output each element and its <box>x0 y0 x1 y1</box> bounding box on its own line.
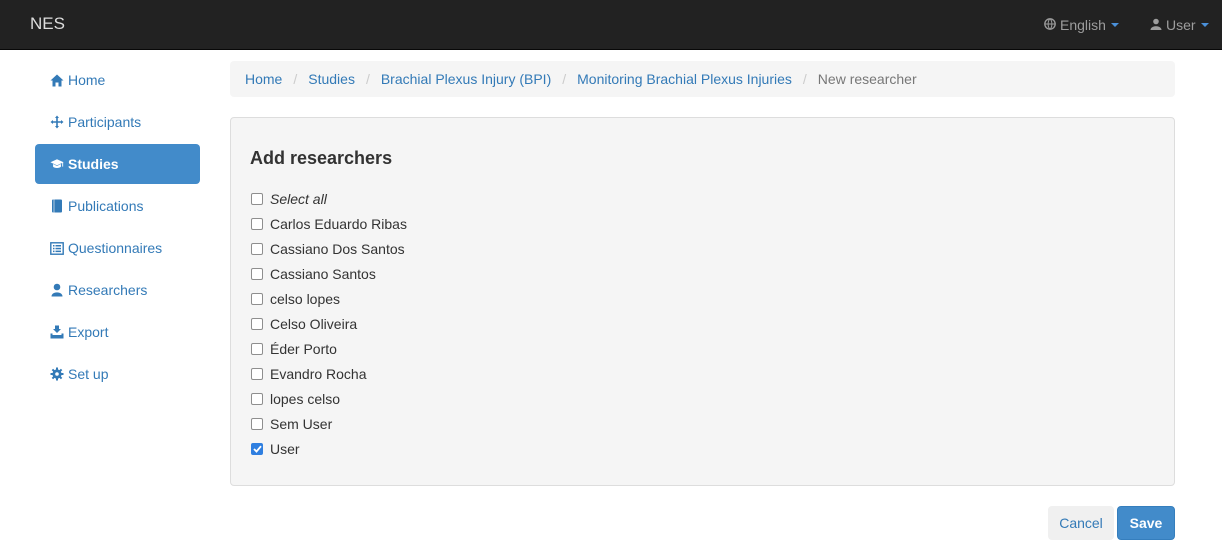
sidebar-item-researchers[interactable]: Researchers <box>35 270 200 310</box>
sidebar-item-publications[interactable]: Publications <box>35 186 200 226</box>
researcher-checkbox-row[interactable]: User <box>251 436 407 461</box>
researcher-checkbox-row[interactable]: Carlos Eduardo Ribas <box>251 211 407 236</box>
language-label: English <box>1060 17 1106 33</box>
checkbox[interactable] <box>251 267 263 280</box>
checkbox[interactable] <box>251 217 263 230</box>
researcher-checkbox-row[interactable]: Celso Oliveira <box>251 311 407 336</box>
sidebar-item-home[interactable]: Home <box>35 60 200 100</box>
checkbox[interactable] <box>251 392 263 405</box>
checkbox-label: Sem User <box>270 415 333 432</box>
checkbox-label: lopes celso <box>270 390 341 407</box>
researcher-checkbox-row[interactable]: Éder Porto <box>251 336 407 361</box>
globe-icon <box>1044 17 1060 33</box>
sidebar-item-export[interactable]: Export <box>35 312 200 352</box>
checkbox[interactable] <box>251 292 263 305</box>
save-button[interactable]: Save <box>1117 506 1175 540</box>
export-icon <box>50 325 64 339</box>
sidebar-nav: Home Participants Studies Publications Q… <box>35 60 200 396</box>
sidebar-item-label: Questionnaires <box>68 240 163 256</box>
move-icon <box>50 115 64 129</box>
panel-title: Add researchers <box>250 148 393 168</box>
researcher-checkbox-row[interactable]: lopes celso <box>251 386 407 411</box>
add-researchers-panel: Add researchers Select all Carlos Eduard… <box>230 117 1175 486</box>
breadcrumb-link-group[interactable]: Monitoring Brachial Plexus Injuries <box>577 71 792 87</box>
researcher-checkbox-row[interactable]: celso lopes <box>251 286 407 311</box>
sidebar-item-label: Set up <box>68 366 109 382</box>
checkbox-label: Carlos Eduardo Ribas <box>270 215 407 232</box>
checkbox-label: Cassiano Dos Santos <box>270 240 405 257</box>
sidebar-item-label: Researchers <box>68 282 148 298</box>
checkbox[interactable] <box>251 342 263 355</box>
checkbox[interactable] <box>251 367 263 380</box>
breadcrumb-separator: / <box>802 71 807 87</box>
breadcrumb-separator: / <box>365 71 370 87</box>
checkbox[interactable] <box>251 417 263 430</box>
checkbox[interactable] <box>251 192 263 205</box>
researcher-checkbox-row[interactable]: Sem User <box>251 411 407 436</box>
cancel-button[interactable]: Cancel <box>1048 506 1114 540</box>
breadcrumb-separator: / <box>562 71 567 87</box>
sidebar-item-label: Studies <box>68 156 119 172</box>
breadcrumb-link-studies[interactable]: Studies <box>308 71 355 87</box>
checkbox-label: User <box>270 440 300 457</box>
checkmark-icon <box>252 445 262 453</box>
sidebar-item-studies[interactable]: Studies <box>35 144 200 184</box>
user-label: User <box>1166 17 1196 33</box>
book-icon <box>50 199 64 213</box>
checkbox-label: Evandro Rocha <box>270 365 367 382</box>
top-navbar: NES English User <box>0 0 1222 50</box>
checkbox-label: Cassiano Santos <box>270 265 376 282</box>
user-icon <box>50 283 64 297</box>
checkbox-label: Éder Porto <box>270 340 337 357</box>
sidebar-item-label: Participants <box>68 114 142 130</box>
language-dropdown[interactable]: English <box>1044 0 1119 50</box>
home-icon <box>50 73 64 87</box>
chevron-down-icon <box>1200 23 1209 27</box>
sidebar-item-label: Export <box>68 324 109 340</box>
sidebar-item-setup[interactable]: Set up <box>35 354 200 394</box>
list-alt-icon <box>50 241 64 255</box>
sidebar-item-label: Publications <box>68 198 144 214</box>
breadcrumb: Home / Studies / Brachial Plexus Injury … <box>230 61 1175 97</box>
checkbox-checked[interactable] <box>251 442 263 455</box>
researcher-checklist: Select all Carlos Eduardo Ribas Cassiano… <box>251 186 407 461</box>
researcher-checkbox-row[interactable]: Evandro Rocha <box>251 361 407 386</box>
breadcrumb-link-study[interactable]: Brachial Plexus Injury (BPI) <box>381 71 551 87</box>
checkbox[interactable] <box>251 242 263 255</box>
checkbox-label: celso lopes <box>270 290 341 307</box>
user-dropdown[interactable]: User <box>1150 0 1209 50</box>
chevron-down-icon <box>1110 23 1119 27</box>
sidebar-item-participants[interactable]: Participants <box>35 102 200 142</box>
checkbox-label: Select all <box>270 190 327 207</box>
breadcrumb-link-home[interactable]: Home <box>245 71 282 87</box>
breadcrumb-current: New researcher <box>817 71 917 87</box>
education-icon <box>50 157 64 171</box>
cog-icon <box>50 367 64 381</box>
researcher-checkbox-row[interactable]: Cassiano Dos Santos <box>251 236 407 261</box>
select-all-checkbox[interactable]: Select all <box>251 186 407 211</box>
user-icon <box>1150 17 1166 33</box>
checkbox-label: Celso Oliveira <box>270 315 358 332</box>
brand-logo[interactable]: NES <box>30 14 65 34</box>
checkbox[interactable] <box>251 317 263 330</box>
breadcrumb-separator: / <box>293 71 298 87</box>
sidebar-item-label: Home <box>68 72 106 88</box>
sidebar-item-questionnaires[interactable]: Questionnaires <box>35 228 200 268</box>
researcher-checkbox-row[interactable]: Cassiano Santos <box>251 261 407 286</box>
